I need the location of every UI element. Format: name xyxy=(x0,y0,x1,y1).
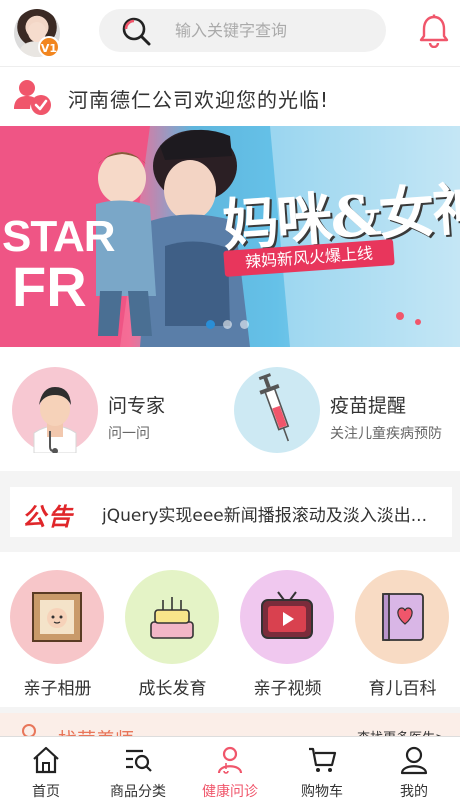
search-input[interactable] xyxy=(175,9,375,52)
service-title: 问专家 xyxy=(108,395,166,417)
category-growth[interactable]: 成长发育 xyxy=(115,570,230,700)
bottom-tab-bar: 首页 商品分类 健康问诊 购物车 我的 xyxy=(0,736,460,809)
tv-icon xyxy=(240,570,334,664)
verified-user-icon xyxy=(14,80,51,115)
health-consult-icon xyxy=(217,746,243,774)
promo-banner[interactable]: STAR FR 妈咪&女神 辣妈新风火爆上线 xyxy=(0,126,460,347)
tab-label: 首页 xyxy=(32,784,60,800)
banner-pagination xyxy=(206,320,249,329)
cart-icon xyxy=(309,747,337,772)
tab-label: 商品分类 xyxy=(110,784,166,800)
tab-profile[interactable]: 我的 xyxy=(368,737,460,809)
search-icon xyxy=(122,17,151,46)
tab-cart[interactable]: 购物车 xyxy=(276,737,368,809)
service-vaccine-reminder[interactable]: 疫苗提醒 关注儿童疾病预防 xyxy=(222,367,442,455)
category-parenting-wiki[interactable]: 育儿百科 xyxy=(345,570,460,700)
syringe-icon xyxy=(234,367,320,453)
vip-level-badge: V1 xyxy=(38,36,60,58)
category-label: 亲子视频 xyxy=(253,679,322,699)
tab-label: 购物车 xyxy=(301,784,343,800)
category-family-video[interactable]: 亲子视频 xyxy=(230,570,345,700)
category-grid: 亲子相册 成长发育 亲子视频 育儿百科 xyxy=(0,552,460,707)
tab-label: 健康问诊 xyxy=(202,784,258,800)
announcement-bar[interactable]: 公告 jQuery实现eee新闻播报滚动及淡入淡出... xyxy=(10,487,452,537)
service-ask-expert[interactable]: 问专家 问一问 xyxy=(0,367,220,455)
book-icon xyxy=(355,570,449,664)
find-nutritionist-section[interactable]: 找营养师 查找更多医生> xyxy=(0,707,460,737)
pagination-dot[interactable] xyxy=(240,320,249,329)
pagination-dot[interactable] xyxy=(223,320,232,329)
top-header: V1 xyxy=(0,0,460,66)
welcome-bar: 河南德仁公司欢迎您的光临! xyxy=(0,66,460,126)
category-label: 成长发育 xyxy=(138,679,207,699)
search-bar[interactable] xyxy=(99,9,386,52)
banner-left-text-2: FR xyxy=(12,255,87,318)
bell-icon[interactable] xyxy=(418,14,450,48)
pagination-dot[interactable] xyxy=(206,320,215,329)
nutritionist-icon xyxy=(22,724,36,737)
welcome-text: 河南德仁公司欢迎您的光临! xyxy=(68,88,330,112)
service-section: 问专家 问一问 疫苗提醒 关注儿童疾病预防 xyxy=(0,347,460,471)
user-icon xyxy=(400,746,428,775)
tab-label: 我的 xyxy=(400,784,428,800)
home-icon xyxy=(33,746,59,774)
category-family-album[interactable]: 亲子相册 xyxy=(0,570,115,700)
service-title: 疫苗提醒 xyxy=(330,395,407,417)
tab-health-consult[interactable]: 健康问诊 xyxy=(184,737,276,809)
category-label: 亲子相册 xyxy=(23,679,92,699)
category-label: 育儿百科 xyxy=(368,679,437,699)
doctor-icon xyxy=(12,367,98,454)
tab-categories[interactable]: 商品分类 xyxy=(92,737,184,809)
announcement-tag: 公告 xyxy=(22,503,74,531)
service-subtitle: 关注儿童疾病预防 xyxy=(330,426,442,442)
announcement-text[interactable]: jQuery实现eee新闻播报滚动及淡入淡出... xyxy=(102,501,442,526)
photo-frame-icon xyxy=(10,570,104,664)
service-subtitle: 问一问 xyxy=(108,426,150,442)
cake-icon xyxy=(125,570,219,664)
tab-home[interactable]: 首页 xyxy=(0,737,92,809)
category-search-icon xyxy=(126,749,152,772)
